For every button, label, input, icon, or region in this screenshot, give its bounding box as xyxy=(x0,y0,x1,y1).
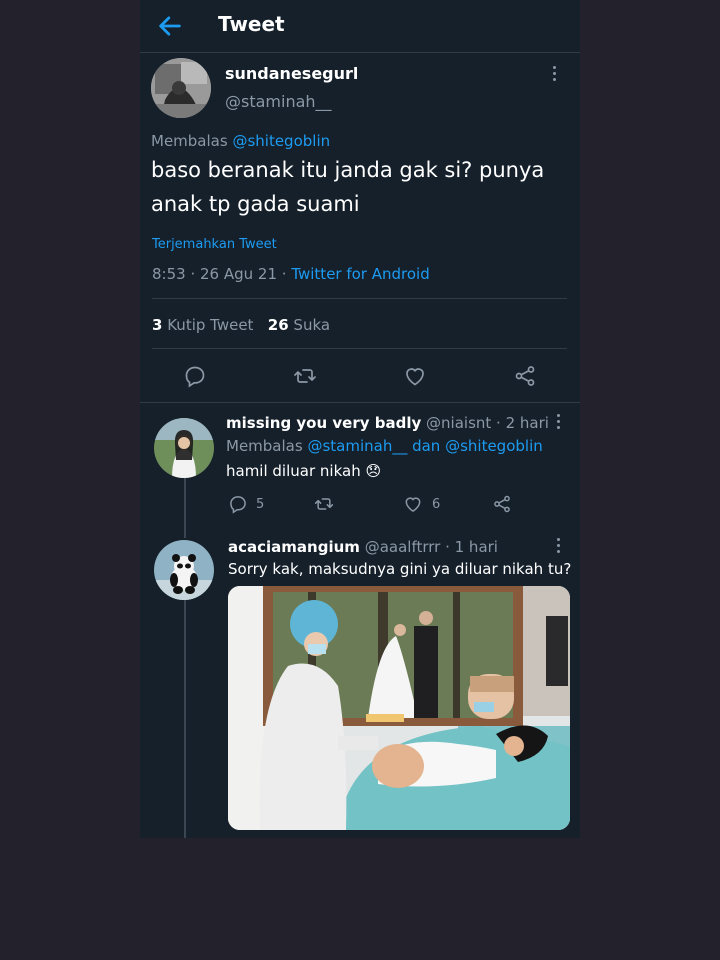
like-icon[interactable] xyxy=(403,494,423,514)
share-icon[interactable] xyxy=(513,364,537,388)
reply-to-link[interactable]: @staminah__ dan @shitegoblin xyxy=(307,437,542,455)
thread-line xyxy=(184,478,186,538)
thread-line xyxy=(184,600,186,838)
like-count[interactable]: 26 Suka xyxy=(268,316,330,334)
reply-author-name[interactable]: missing you very badly xyxy=(226,414,421,432)
divider xyxy=(152,298,567,299)
tweet-stats: 3 Kutip Tweet 26 Suka xyxy=(152,316,330,334)
divider xyxy=(140,402,580,403)
reply-context: Membalas @staminah__ dan @shitegoblin xyxy=(226,437,543,455)
more-options-icon[interactable] xyxy=(556,414,562,434)
reply-context: Membalas @shitegoblin xyxy=(151,132,330,150)
more-options-icon[interactable] xyxy=(556,538,562,558)
avatar[interactable] xyxy=(151,58,211,118)
share-icon[interactable] xyxy=(492,494,512,514)
like-icon[interactable] xyxy=(403,364,427,388)
like-count: 6 xyxy=(432,497,441,512)
divider xyxy=(152,348,567,349)
translate-link[interactable]: Terjemahkan Tweet xyxy=(152,237,277,252)
reply-author-name[interactable]: acaciamangium xyxy=(228,538,360,556)
author-name[interactable]: sundanesegurl xyxy=(225,64,358,83)
reply-text: Sorry kak, maksudnya gini ya diluar nika… xyxy=(228,560,572,578)
reply-handle-time[interactable]: @aaalftrrr · 1 hari xyxy=(365,538,498,556)
page-title: Tweet xyxy=(218,12,285,36)
reply-handle-time[interactable]: @niaisnt · 2 hari xyxy=(426,414,549,432)
arrow-left-icon[interactable] xyxy=(156,12,184,40)
reply-icon[interactable] xyxy=(228,494,248,514)
reply-icon[interactable] xyxy=(183,364,207,388)
reply-prefix: Membalas xyxy=(226,437,303,455)
tweet-timestamp: 8:53 · 26 Agu 21 · xyxy=(152,265,287,283)
attached-photo[interactable] xyxy=(228,586,570,830)
retweet-icon[interactable] xyxy=(293,364,317,388)
reply-to-link[interactable]: @shitegoblin xyxy=(232,132,330,150)
tweet-screen: Tweet sundanesegurl @staminah__ Membalas… xyxy=(140,0,580,838)
reply-text: hamil diluar nikah 😞 xyxy=(226,462,382,480)
reply-count: 5 xyxy=(256,497,265,512)
more-options-icon[interactable] xyxy=(552,66,558,86)
avatar[interactable] xyxy=(154,540,214,600)
reply-prefix: Membalas xyxy=(151,132,228,150)
tweet-meta: 8:53 · 26 Agu 21 · Twitter for Android xyxy=(152,265,430,283)
client-link[interactable]: Twitter for Android xyxy=(291,265,429,283)
avatar[interactable] xyxy=(154,418,214,478)
reply-header: acaciamangium @aaalftrrr · 1 hari xyxy=(228,538,498,556)
tweet-text-line-2: anak tp gada suami xyxy=(151,192,360,216)
top-bar: Tweet xyxy=(140,0,580,53)
reply-header: missing you very badly @niaisnt · 2 hari xyxy=(226,414,549,432)
author-handle[interactable]: @staminah__ xyxy=(225,92,332,111)
tweet-text-line-1: baso beranak itu janda gak si? punya xyxy=(151,158,545,182)
retweet-icon[interactable] xyxy=(314,494,334,514)
quote-count[interactable]: 3 Kutip Tweet xyxy=(152,316,253,334)
